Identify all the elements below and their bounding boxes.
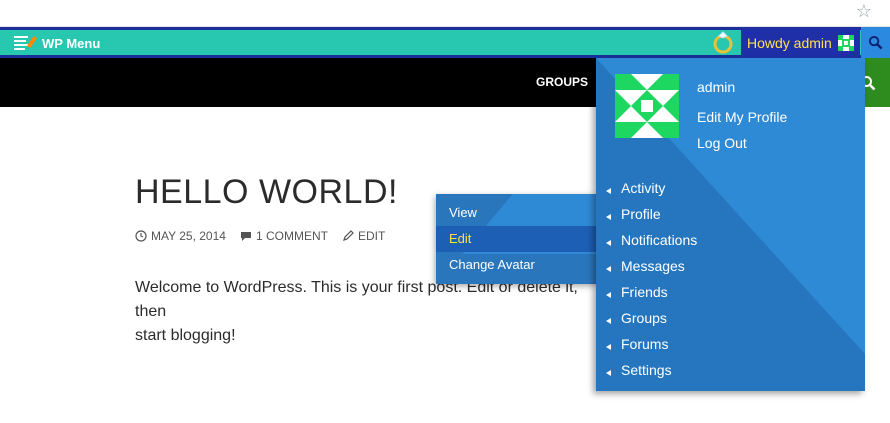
browser-toolbar-strip: ☆ [0,0,890,27]
edit-my-profile-link[interactable]: Edit My Profile [697,109,787,125]
clock-icon [135,230,147,242]
wp-menu-label: WP Menu [42,35,101,51]
caret-left-icon [606,317,611,324]
post-date[interactable]: MAY 25, 2014 [135,229,226,243]
avatar-large[interactable] [615,74,679,138]
dropdown-username[interactable]: admin [697,79,735,95]
menu-item-groups[interactable]: Groups [606,308,667,328]
log-out-link[interactable]: Log Out [697,135,747,151]
menu-item-friends[interactable]: Friends [606,282,668,302]
menu-item-forums[interactable]: Forums [606,334,668,354]
edit-text: EDIT [357,229,386,243]
my-account-dropdown: admin Edit My Profile Log Out Activity P… [596,58,865,391]
submenu-edit[interactable]: Edit [436,226,598,252]
search-icon [868,35,883,50]
ring-icon[interactable] [712,29,736,55]
caret-left-icon [606,187,611,194]
menu-item-activity[interactable]: Activity [606,178,665,198]
comments-text: 1 COMMENT [255,229,328,243]
adminbar-search-button[interactable] [861,27,890,58]
menu-item-profile[interactable]: Profile [606,204,661,224]
caret-left-icon [606,239,611,246]
avatar-small [837,34,854,51]
submenu-change-avatar[interactable]: Change Avatar [436,252,598,278]
post-title[interactable]: HELLO WORLD! [135,173,398,212]
submenu-view[interactable]: View [436,200,598,226]
post-content: Welcome to WordPress. This is your first… [135,276,595,348]
wp-menu-icon [14,34,38,52]
caret-left-icon [606,265,611,272]
profile-submenu: View Edit Change Avatar [436,194,598,284]
post-body-line2: start blogging! [135,327,236,344]
caret-left-icon [606,291,611,298]
wp-menu-button[interactable]: WP Menu [14,31,100,55]
howdy-label: Howdy admin [747,34,832,51]
comment-icon [240,232,251,241]
comments-link[interactable]: 1 COMMENT [240,229,328,243]
menu-item-settings[interactable]: Settings [606,360,672,380]
caret-left-icon [606,343,611,350]
my-account-menu[interactable]: Howdy admin [741,27,860,58]
menu-item-notifications[interactable]: Notifications [606,230,697,250]
bookmark-star-icon[interactable]: ☆ [856,2,872,22]
caret-left-icon [606,369,611,376]
post-date-text: MAY 25, 2014 [151,229,226,243]
nav-item-groups[interactable]: GROUPS [536,75,588,89]
edit-link[interactable]: EDIT [342,229,385,243]
caret-left-icon [606,213,611,220]
pencil-icon [343,230,354,241]
post-meta: MAY 25, 2014 1 COMMENT EDIT [135,229,385,243]
admin-bar: WP Menu Howdy admin [0,27,890,58]
menu-item-messages[interactable]: Messages [606,256,685,276]
